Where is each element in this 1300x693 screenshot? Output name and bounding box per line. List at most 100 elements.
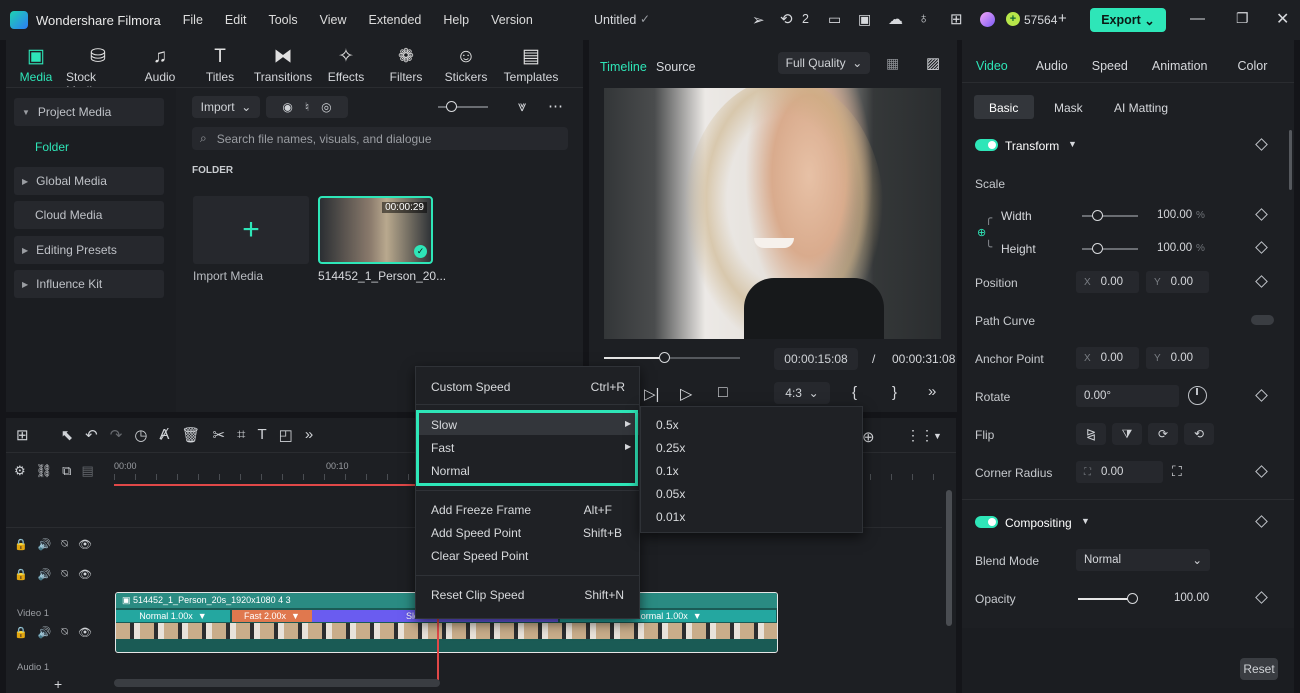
filter-icon[interactable]: ⩔ [518,98,526,115]
sidebar-item-global-media[interactable]: ▶ Global Media [14,167,164,195]
rotate-cw-icon[interactable]: ⟳ [1148,423,1178,445]
record-icon[interactable]: ◉ [282,100,292,114]
speed-segment-normal[interactable]: Normal 1.00x ▼ [116,610,230,622]
undo-icon[interactable]: ↶ [85,426,98,444]
caption-icon[interactable]: ▤ [81,463,93,479]
menu-extended[interactable]: Extended [369,13,422,27]
menu-file[interactable]: File [183,13,203,27]
menu-custom-speed[interactable]: Custom Speed [431,380,510,394]
layout-grid-icon[interactable]: ⊞ [16,426,29,444]
sidebar-item-editing-presets[interactable]: ▶ Editing Presets [14,236,164,264]
rotate-dial-icon[interactable] [1188,386,1207,405]
lock-icon[interactable]: 🔒 [14,538,28,551]
split-icon[interactable]: ✂ [212,426,225,444]
flip-vertical-icon[interactable]: ⧩ [1112,423,1142,445]
tool-stickers[interactable]: ☺ Stickers [436,44,496,98]
tab-source[interactable]: Source [656,60,696,74]
sidebar-item-influence-kit[interactable]: ▶ Influence Kit [14,270,164,298]
width-value[interactable]: 100.00 [1157,209,1192,221]
menu-edit[interactable]: Edit [225,13,247,27]
lock-icon[interactable]: 🔒 [14,568,28,581]
tab-audio[interactable]: Audio [1036,59,1068,73]
submenu-0-5x[interactable]: 0.5x [656,418,679,432]
lock-icon[interactable]: 🔒 [14,626,28,639]
menu-help[interactable]: Help [443,13,469,27]
sidebar-item-folder[interactable]: Folder [35,140,69,154]
import-dropdown[interactable]: Import ⌄ [192,96,260,118]
speed-segment-fast[interactable]: Fast 2.00x ▼ [232,610,312,622]
position-x-field[interactable]: X 0.00 [1076,271,1139,293]
minimize-icon[interactable]: — [1190,10,1205,27]
link-icon[interactable]: ⧉ [62,463,71,479]
tab-color[interactable]: Color [1237,59,1267,73]
tab-animation[interactable]: Animation [1152,59,1208,73]
menu-version[interactable]: Version [491,13,533,27]
transform-collapse-icon[interactable]: ▼ [1068,139,1077,149]
subtab-ai-matting[interactable]: AI Matting [1114,101,1168,115]
avatar[interactable] [980,12,995,27]
search-input[interactable]: ⌕ Search file names, visuals, and dialog… [192,127,568,150]
eye-icon[interactable]: 👁 [78,568,92,581]
tool-transitions[interactable]: ⧓ Transitions [250,44,316,98]
compositing-toggle[interactable] [975,516,998,528]
more-tools-icon[interactable]: » [305,426,313,444]
crop-icon[interactable]: ⌗ [237,426,245,444]
menu-add-speed-point[interactable]: Add Speed Point [431,526,521,540]
submenu-0-25x[interactable]: 0.25x [656,441,685,455]
eye-icon[interactable]: 👁 [78,626,92,639]
menu-reset-clip-speed[interactable]: Reset Clip Speed [431,588,524,602]
timeline-hscroll[interactable] [114,679,440,687]
restore-icon[interactable]: ❐ [1236,10,1249,27]
submenu-0-1x[interactable]: 0.1x [656,464,679,478]
position-y-field[interactable]: Y 0.00 [1146,271,1209,293]
playback-knob[interactable] [658,352,670,363]
select-tool-icon[interactable]: ⬉ [61,426,74,444]
mute-icon[interactable]: ⍉ [61,538,68,551]
submenu-0-05x[interactable]: 0.05x [656,487,685,501]
timeline-vscroll[interactable] [946,490,952,626]
aspect-dropdown[interactable]: 4:3 ⌄ [774,382,830,404]
menu-add-freeze-frame[interactable]: Add Freeze Frame [431,503,531,517]
import-media-tile[interactable]: + [193,196,309,264]
headset-icon[interactable]: ♁ [918,10,929,27]
add-audio-track-icon[interactable]: + [54,676,62,692]
height-value[interactable]: 100.00 [1157,242,1192,254]
zoom-icon[interactable]: ⋮⋮ [906,427,934,444]
speed-icon[interactable]: ◷ [134,426,147,444]
mute-icon[interactable]: ⍉ [61,626,68,639]
stop-icon[interactable]: □ [718,384,728,402]
mark-out-icon[interactable]: } [892,384,897,401]
unlink-icon[interactable]: ⛓ [36,463,53,479]
snapshot-icon[interactable]: ▨ [926,54,940,72]
mute-icon[interactable]: ⍉ [61,568,68,581]
mic-icon[interactable]: ♮ [305,100,309,114]
more-icon[interactable]: ⋯ [548,97,564,115]
step-forward-icon[interactable]: ▷| [644,385,659,403]
speaker-icon[interactable]: 🔊 [38,538,52,551]
text-icon[interactable]: T [258,426,267,444]
tool-effects[interactable]: ✧ Effects [316,44,376,98]
save-icon[interactable]: ▣ [858,11,871,28]
tool-templates[interactable]: ▤ Templates [496,44,566,98]
anchor-y-field[interactable]: Y 0.00 [1146,347,1209,369]
ai-text-icon[interactable]: Ⱥ [159,426,169,444]
opacity-value[interactable]: 100.00 [1174,592,1209,604]
eye-icon[interactable]: 👁 [78,538,92,551]
corner-radius-field[interactable]: ⛶ 0.00 [1076,461,1163,483]
rotate-field[interactable]: 0.00° [1076,385,1179,407]
add-credits-icon[interactable]: + [1058,10,1067,27]
menu-tools[interactable]: Tools [268,13,297,27]
speaker-icon[interactable]: 🔊 [38,568,52,581]
redo-icon[interactable]: ↷ [110,426,123,444]
blend-mode-dropdown[interactable]: Normal ⌄ [1076,549,1210,571]
reset-button[interactable]: Reset [1240,658,1278,680]
menu-clear-speed-point[interactable]: Clear Speed Point [431,549,528,563]
play-icon[interactable]: ▷ [680,384,692,404]
update-icon[interactable]: ⟲ [780,10,793,28]
grid-view-icon[interactable]: ▦ [886,55,899,72]
width-slider[interactable] [1082,215,1138,217]
anchor-x-field[interactable]: X 0.00 [1076,347,1139,369]
more-controls-icon[interactable]: » [928,383,936,400]
speaker-icon[interactable]: 🔊 [38,626,52,639]
settings-icon[interactable]: ⚙ [14,463,26,479]
